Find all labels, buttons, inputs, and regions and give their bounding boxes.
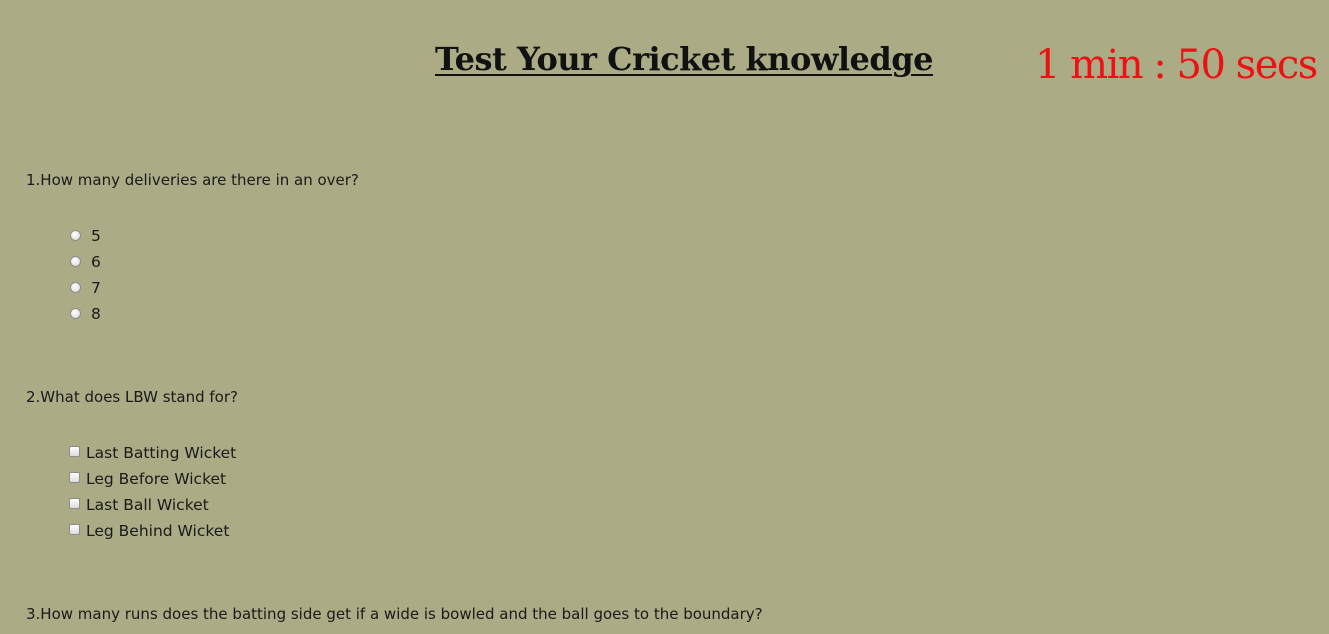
option-label: Last Batting Wicket <box>86 444 237 462</box>
question-1-option[interactable]: 8 <box>68 301 101 327</box>
radio-button[interactable] <box>70 255 81 267</box>
checkbox[interactable] <box>69 446 80 457</box>
question-1-text: 1.How many deliveries are there in an ov… <box>26 171 359 189</box>
option-label: 8 <box>91 305 101 323</box>
radio-button[interactable] <box>70 229 81 241</box>
question-1-options: 5 6 7 8 <box>68 223 101 327</box>
option-label: Leg Behind Wicket <box>86 522 230 540</box>
question-2-option[interactable]: Last Ball Wicket <box>68 492 236 518</box>
option-label: Last Ball Wicket <box>86 496 209 514</box>
question-2-option[interactable]: Leg Before Wicket <box>68 466 236 492</box>
option-label: Leg Before Wicket <box>86 470 227 488</box>
option-label: 5 <box>91 227 101 245</box>
page-title: Test Your Cricket knowledge <box>435 40 933 78</box>
checkbox[interactable] <box>69 524 80 535</box>
option-label: 7 <box>91 279 101 297</box>
question-1-option[interactable]: 6 <box>68 249 101 275</box>
question-3-text: 3.How many runs does the batting side ge… <box>26 605 763 623</box>
radio-button[interactable] <box>70 281 81 293</box>
question-1-option[interactable]: 5 <box>68 223 101 249</box>
question-1-option[interactable]: 7 <box>68 275 101 301</box>
checkbox[interactable] <box>69 472 80 483</box>
question-2-options: Last Batting Wicket Leg Before Wicket La… <box>68 440 236 544</box>
countdown-timer: 1 min : 50 secs <box>1035 42 1318 88</box>
question-2-option[interactable]: Last Batting Wicket <box>68 440 236 466</box>
option-label: 6 <box>91 253 101 271</box>
checkbox[interactable] <box>69 498 80 509</box>
radio-button[interactable] <box>70 307 81 319</box>
question-2-option[interactable]: Leg Behind Wicket <box>68 518 236 544</box>
question-2-text: 2.What does LBW stand for? <box>26 388 238 406</box>
